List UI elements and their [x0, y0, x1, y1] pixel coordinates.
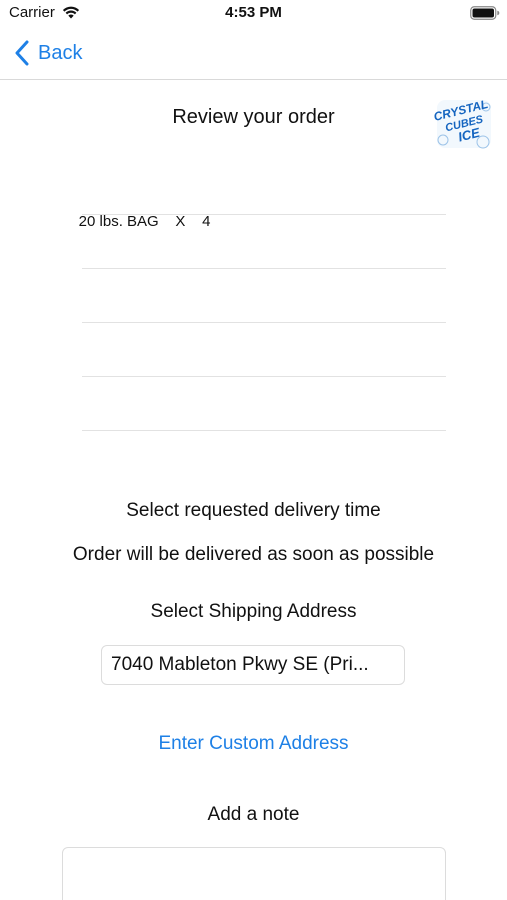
add-note-heading: Add a note: [207, 804, 300, 825]
order-item-separator: X: [175, 213, 186, 230]
order-item-product: 20 lbs. BAG: [78, 213, 159, 230]
order-row-divider: [82, 376, 446, 377]
shipping-address-select[interactable]: 7040 Mableton Pkwy SE (Pri...: [101, 645, 405, 685]
order-row-divider: [82, 214, 446, 215]
page-title: Review your order: [172, 106, 335, 128]
status-time: 4:53 PM: [225, 4, 282, 21]
shipping-address-value: 7040 Mableton Pkwy SE (Pri...: [111, 654, 369, 675]
navigation-bar: Back: [0, 28, 507, 80]
shipping-address-heading: Select Shipping Address: [150, 601, 357, 622]
crystal-cubes-ice-logo: CRYSTAL CUBES ICE: [433, 97, 491, 149]
order-row-divider: [82, 322, 446, 323]
enter-custom-address-button[interactable]: Enter Custom Address: [0, 733, 507, 755]
order-item-row: 20 lbs. BAG X 4: [62, 196, 211, 247]
order-item-quantity: 4: [202, 213, 211, 230]
chevron-left-icon: [15, 40, 29, 66]
order-review-screen: Carrier 4:53 PM Back Review your order C…: [0, 0, 507, 900]
back-button[interactable]: Back: [14, 38, 82, 68]
delivery-time-heading[interactable]: Select requested delivery time: [0, 500, 507, 522]
order-row-divider: [82, 430, 446, 431]
note-textarea[interactable]: [62, 847, 446, 900]
order-row-divider: [82, 268, 446, 269]
battery-full-icon: [470, 6, 500, 20]
back-label: Back: [38, 41, 83, 64]
delivery-time-value: Order will be delivered as soon as possi…: [72, 544, 435, 565]
status-bar: Carrier 4:53 PM: [0, 0, 507, 28]
